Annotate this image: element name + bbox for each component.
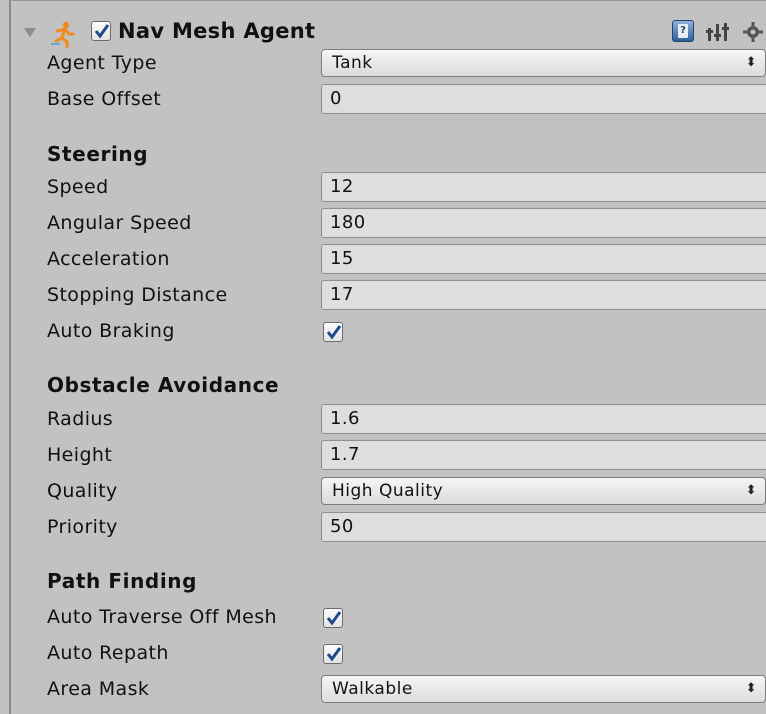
help-book-icon[interactable]: ?: [672, 20, 694, 42]
agent-type-dropdown[interactable]: Tank ⬍: [321, 49, 766, 77]
acceleration-label: Acceleration: [47, 248, 170, 270]
row-agent-type: Agent Type Tank ⬍: [11, 47, 766, 81]
foldout-arrow-icon[interactable]: [24, 28, 36, 37]
stopping-distance-field[interactable]: 17: [321, 280, 766, 310]
auto-repath-checkbox[interactable]: [323, 644, 343, 664]
steering-heading: Steering: [47, 142, 149, 166]
row-auto-traverse: Auto Traverse Off Mesh: [11, 601, 766, 635]
nav-mesh-agent-icon: [51, 21, 75, 49]
checkmark-icon: [94, 24, 110, 39]
priority-label: Priority: [47, 516, 118, 538]
gear-icon[interactable]: [741, 21, 765, 43]
height-label: Height: [47, 444, 113, 466]
component-header[interactable]: Nav Mesh Agent ?: [11, 15, 766, 51]
base-offset-label: Base Offset: [47, 88, 162, 110]
base-offset-field[interactable]: 0: [321, 84, 766, 114]
component-enabled-checkbox[interactable]: [91, 21, 111, 41]
angular-speed-field[interactable]: 180: [321, 208, 766, 238]
row-speed: Speed 12: [11, 171, 766, 205]
speed-field[interactable]: 12: [321, 172, 766, 202]
quality-dropdown[interactable]: High Quality ⬍: [321, 477, 766, 505]
row-angular-speed: Angular Speed 180: [11, 207, 766, 241]
inspector-panel: Nav Mesh Agent ? Agent Type Tank ⬍ Base …: [9, 0, 766, 714]
row-auto-repath: Auto Repath: [11, 637, 766, 671]
component-title: Nav Mesh Agent: [118, 19, 316, 43]
row-acceleration: Acceleration 15: [11, 243, 766, 277]
auto-braking-checkbox[interactable]: [323, 322, 343, 342]
stopping-distance-label: Stopping Distance: [47, 284, 228, 306]
auto-traverse-checkbox[interactable]: [323, 608, 343, 628]
angular-speed-label: Angular Speed: [47, 212, 192, 234]
row-priority: Priority 50: [11, 511, 766, 545]
quality-label: Quality: [47, 480, 118, 502]
row-stopping-distance: Stopping Distance 17: [11, 279, 766, 313]
path-finding-heading: Path Finding: [47, 569, 198, 593]
dropdown-arrows-icon: ⬍: [745, 681, 757, 696]
row-auto-braking: Auto Braking: [11, 315, 766, 349]
radius-field[interactable]: 1.6: [321, 404, 766, 434]
obstacle-avoidance-heading: Obstacle Avoidance: [47, 373, 280, 397]
row-height: Height 1.7: [11, 439, 766, 473]
checkmark-icon: [326, 647, 342, 662]
speed-label: Speed: [47, 176, 109, 198]
acceleration-field[interactable]: 15: [321, 244, 766, 274]
checkmark-icon: [326, 325, 342, 340]
area-mask-dropdown[interactable]: Walkable ⬍: [321, 675, 766, 703]
priority-field[interactable]: 50: [321, 512, 766, 542]
dropdown-arrows-icon: ⬍: [745, 55, 757, 70]
dropdown-arrows-icon: ⬍: [745, 483, 757, 498]
height-field[interactable]: 1.7: [321, 440, 766, 470]
auto-traverse-label: Auto Traverse Off Mesh: [47, 606, 277, 628]
checkmark-icon: [326, 611, 342, 626]
row-base-offset: Base Offset 0: [11, 83, 766, 117]
row-area-mask: Area Mask Walkable ⬍: [11, 673, 766, 707]
preset-icon[interactable]: [706, 21, 730, 43]
radius-label: Radius: [47, 408, 114, 430]
row-quality: Quality High Quality ⬍: [11, 475, 766, 509]
auto-repath-label: Auto Repath: [47, 642, 169, 664]
row-radius: Radius 1.6: [11, 403, 766, 437]
agent-type-label: Agent Type: [47, 52, 157, 74]
auto-braking-label: Auto Braking: [47, 320, 175, 342]
area-mask-label: Area Mask: [47, 678, 150, 700]
